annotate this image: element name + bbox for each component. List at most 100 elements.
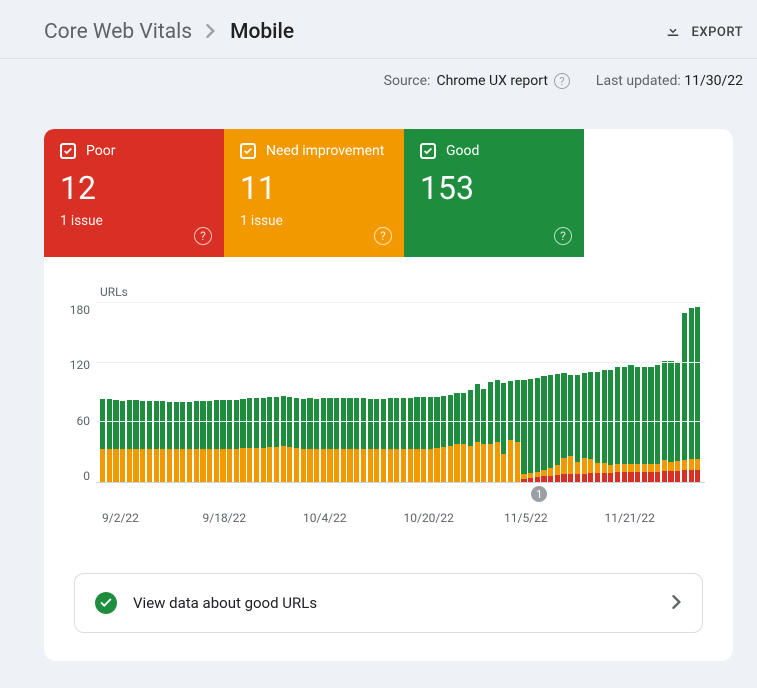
bar[interactable] bbox=[528, 303, 533, 482]
export-button[interactable]: EXPORT bbox=[664, 21, 743, 43]
bar[interactable] bbox=[475, 303, 480, 482]
bar[interactable] bbox=[622, 303, 627, 482]
bar[interactable] bbox=[381, 303, 386, 482]
bar[interactable] bbox=[361, 303, 366, 482]
bar[interactable] bbox=[261, 303, 266, 482]
bar[interactable] bbox=[374, 303, 379, 482]
help-icon[interactable]: ? bbox=[554, 227, 572, 245]
bar[interactable] bbox=[648, 303, 653, 482]
bar[interactable] bbox=[341, 303, 346, 482]
bar[interactable] bbox=[267, 303, 272, 482]
checkbox-icon[interactable] bbox=[240, 143, 256, 159]
checkbox-icon[interactable] bbox=[420, 143, 436, 159]
bar[interactable] bbox=[668, 303, 673, 482]
bar[interactable] bbox=[642, 303, 647, 482]
bar[interactable] bbox=[227, 303, 232, 482]
bar[interactable] bbox=[133, 303, 138, 482]
bar[interactable] bbox=[675, 303, 680, 482]
bar[interactable] bbox=[461, 303, 466, 482]
bar[interactable] bbox=[214, 303, 219, 482]
bar[interactable] bbox=[555, 303, 560, 482]
bar[interactable] bbox=[107, 303, 112, 482]
bar[interactable] bbox=[501, 303, 506, 482]
bar[interactable] bbox=[167, 303, 172, 482]
tile-need-improvement[interactable]: Need improvement 11 1 issue ? bbox=[224, 129, 404, 257]
bar[interactable] bbox=[602, 303, 607, 482]
bar[interactable] bbox=[154, 303, 159, 482]
checkbox-icon[interactable] bbox=[60, 143, 76, 159]
bar[interactable] bbox=[535, 303, 540, 482]
bar[interactable] bbox=[448, 303, 453, 482]
bar[interactable] bbox=[347, 303, 352, 482]
bar[interactable] bbox=[147, 303, 152, 482]
bar[interactable] bbox=[401, 303, 406, 482]
bar[interactable] bbox=[508, 303, 513, 482]
bar[interactable] bbox=[495, 303, 500, 482]
bar[interactable] bbox=[521, 303, 526, 482]
bar[interactable] bbox=[180, 303, 185, 482]
bar[interactable] bbox=[334, 303, 339, 482]
bar[interactable] bbox=[127, 303, 132, 482]
bar[interactable] bbox=[307, 303, 312, 482]
bar[interactable] bbox=[327, 303, 332, 482]
bar[interactable] bbox=[187, 303, 192, 482]
bar[interactable] bbox=[682, 303, 687, 482]
bar[interactable] bbox=[274, 303, 279, 482]
bar[interactable] bbox=[120, 303, 125, 482]
bar[interactable] bbox=[662, 303, 667, 482]
bar[interactable] bbox=[655, 303, 660, 482]
bar[interactable] bbox=[608, 303, 613, 482]
bar[interactable] bbox=[408, 303, 413, 482]
bar[interactable] bbox=[160, 303, 165, 482]
bar[interactable] bbox=[200, 303, 205, 482]
bar[interactable] bbox=[294, 303, 299, 482]
bar[interactable] bbox=[541, 303, 546, 482]
bar[interactable] bbox=[595, 303, 600, 482]
bar[interactable] bbox=[635, 303, 640, 482]
bar[interactable] bbox=[561, 303, 566, 482]
bar[interactable] bbox=[515, 303, 520, 482]
bar[interactable] bbox=[247, 303, 252, 482]
bar[interactable] bbox=[368, 303, 373, 482]
bar[interactable] bbox=[254, 303, 259, 482]
bar[interactable] bbox=[321, 303, 326, 482]
bar[interactable] bbox=[240, 303, 245, 482]
bar[interactable] bbox=[468, 303, 473, 482]
bar[interactable] bbox=[388, 303, 393, 482]
bar[interactable] bbox=[454, 303, 459, 482]
bar[interactable] bbox=[113, 303, 118, 482]
help-icon[interactable]: ? bbox=[554, 73, 570, 89]
bar[interactable] bbox=[568, 303, 573, 482]
bar[interactable] bbox=[301, 303, 306, 482]
bar[interactable] bbox=[488, 303, 493, 482]
bar[interactable] bbox=[207, 303, 212, 482]
bar[interactable] bbox=[220, 303, 225, 482]
annotation-marker[interactable]: 1 bbox=[531, 486, 547, 502]
bar[interactable] bbox=[174, 303, 179, 482]
bar[interactable] bbox=[281, 303, 286, 482]
tile-good[interactable]: Good 153 ? bbox=[404, 129, 584, 257]
bar[interactable] bbox=[234, 303, 239, 482]
bar[interactable] bbox=[434, 303, 439, 482]
bar[interactable] bbox=[695, 303, 700, 482]
bar[interactable] bbox=[421, 303, 426, 482]
bar[interactable] bbox=[287, 303, 292, 482]
bar[interactable] bbox=[628, 303, 633, 482]
bar[interactable] bbox=[140, 303, 145, 482]
bar[interactable] bbox=[615, 303, 620, 482]
bar[interactable] bbox=[441, 303, 446, 482]
bar[interactable] bbox=[428, 303, 433, 482]
bar[interactable] bbox=[481, 303, 486, 482]
bar[interactable] bbox=[394, 303, 399, 482]
bar[interactable] bbox=[314, 303, 319, 482]
bar[interactable] bbox=[689, 303, 694, 482]
bar[interactable] bbox=[548, 303, 553, 482]
help-icon[interactable]: ? bbox=[194, 227, 212, 245]
bar[interactable] bbox=[575, 303, 580, 482]
breadcrumb-root[interactable]: Core Web Vitals bbox=[44, 20, 192, 44]
view-data-callout[interactable]: View data about good URLs bbox=[74, 573, 703, 633]
bar[interactable] bbox=[194, 303, 199, 482]
help-icon[interactable]: ? bbox=[374, 227, 392, 245]
bar[interactable] bbox=[588, 303, 593, 482]
bar[interactable] bbox=[354, 303, 359, 482]
